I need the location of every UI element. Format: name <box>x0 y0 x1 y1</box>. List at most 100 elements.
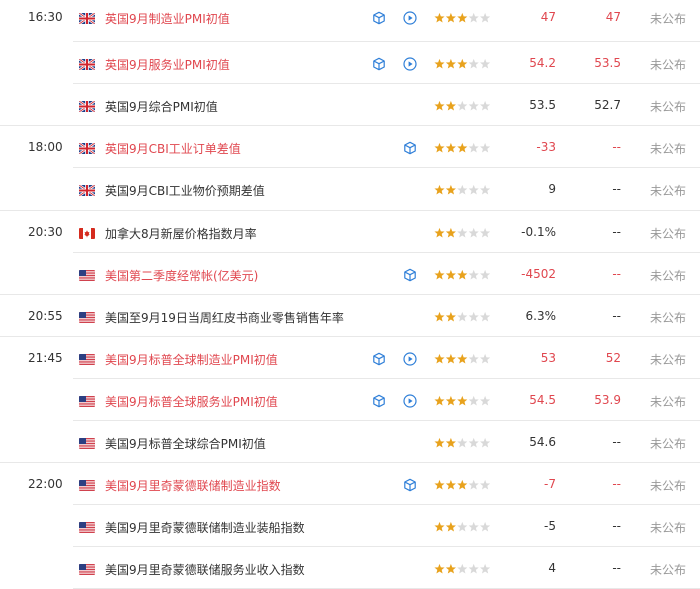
table-row[interactable]: 16:30 英国9月制造业PMI初值 47 47 未公布 <box>0 0 700 42</box>
event-title[interactable]: 英国9月服务业PMI初值 <box>105 56 375 73</box>
star-empty-icon <box>468 353 479 364</box>
previous-value: -33 <box>536 140 556 154</box>
us-flag-icon <box>79 438 95 449</box>
star-empty-icon <box>457 563 468 574</box>
data-cube-icon[interactable] <box>372 394 386 408</box>
star-empty-icon <box>468 100 479 111</box>
previous-value: 54.2 <box>529 56 556 70</box>
table-row[interactable]: 英国9月服务业PMI初值 54.2 53.5 未公布 <box>0 42 700 84</box>
event-title[interactable]: 英国9月综合PMI初值 <box>105 98 375 115</box>
uk-flag-icon <box>79 143 95 154</box>
table-row[interactable]: 英国9月CBI工业物价预期差值 9 -- 未公布 <box>0 168 700 211</box>
star-filled-icon <box>445 563 456 574</box>
table-row[interactable]: 美国9月里奇蒙德联储服务业收入指数 4 -- 未公布 <box>0 547 700 589</box>
actual-value: 未公布 <box>649 142 686 156</box>
star-filled-icon <box>445 311 456 322</box>
star-empty-icon <box>468 479 479 490</box>
importance-stars <box>434 353 494 365</box>
star-filled-icon <box>457 353 468 364</box>
data-cube-icon[interactable] <box>403 141 417 155</box>
star-filled-icon <box>434 142 445 153</box>
star-empty-icon <box>457 521 468 532</box>
previous-value: 54.5 <box>529 393 556 407</box>
data-cube-icon[interactable] <box>372 57 386 71</box>
star-filled-icon <box>434 437 445 448</box>
data-cube-icon[interactable] <box>372 11 386 25</box>
event-title[interactable]: 美国9月标普全球综合PMI初值 <box>105 435 375 452</box>
event-title[interactable]: 美国第二季度经常帐(亿美元) <box>105 267 375 284</box>
table-row[interactable]: 美国9月标普全球服务业PMI初值 54.5 53.9 未公布 <box>0 379 700 421</box>
star-filled-icon <box>457 58 468 69</box>
play-icon[interactable] <box>403 394 417 408</box>
data-cube-icon[interactable] <box>403 268 417 282</box>
previous-value: 53 <box>540 351 556 365</box>
event-title[interactable]: 美国至9月19日当周红皮书商业零售销售年率 <box>105 309 375 326</box>
data-cube-icon[interactable] <box>403 478 417 492</box>
event-title[interactable]: 美国9月标普全球服务业PMI初值 <box>105 393 375 410</box>
data-cube-icon[interactable] <box>372 352 386 366</box>
star-filled-icon <box>445 184 456 195</box>
star-empty-icon <box>457 100 468 111</box>
importance-stars <box>434 184 494 196</box>
actual-value: 未公布 <box>649 521 686 535</box>
forecast-value: 53.9 <box>594 393 621 407</box>
forecast-value: -- <box>612 140 621 154</box>
uk-flag-icon <box>79 59 95 70</box>
star-filled-icon <box>434 12 445 23</box>
actual-value: 未公布 <box>649 227 686 241</box>
star-filled-icon <box>434 227 445 238</box>
event-title[interactable]: 英国9月CBI工业订单差值 <box>105 140 375 157</box>
star-filled-icon <box>445 227 456 238</box>
actual-value: 未公布 <box>649 353 686 367</box>
us-flag-icon <box>79 396 95 407</box>
event-time: 20:55 <box>28 309 63 323</box>
play-icon[interactable] <box>403 352 417 366</box>
event-title[interactable]: 美国9月里奇蒙德联储服务业收入指数 <box>105 561 375 578</box>
importance-stars <box>434 563 494 575</box>
star-filled-icon <box>457 142 468 153</box>
actual-value: 未公布 <box>649 395 686 409</box>
previous-value: 4 <box>548 561 556 575</box>
previous-value: 9 <box>548 182 556 196</box>
previous-value: -0.1% <box>521 225 556 239</box>
play-icon[interactable] <box>403 11 417 25</box>
star-filled-icon <box>434 311 445 322</box>
star-filled-icon <box>434 58 445 69</box>
star-empty-icon <box>457 311 468 322</box>
table-row[interactable]: 美国9月标普全球综合PMI初值 54.6 -- 未公布 <box>0 421 700 463</box>
uk-flag-icon <box>79 185 95 196</box>
play-icon[interactable] <box>403 57 417 71</box>
forecast-value: 47 <box>605 10 621 24</box>
table-row[interactable]: 21:45 美国9月标普全球制造业PMI初值 53 52 未公布 <box>0 337 700 379</box>
table-row[interactable]: 20:55 美国至9月19日当周红皮书商业零售销售年率 6.3% -- 未公布 <box>0 295 700 337</box>
star-filled-icon <box>434 100 445 111</box>
star-empty-icon <box>468 142 479 153</box>
star-empty-icon <box>468 184 479 195</box>
importance-stars <box>434 521 494 533</box>
event-title[interactable]: 美国9月里奇蒙德联储制造业指数 <box>105 477 375 494</box>
event-title[interactable]: 美国9月标普全球制造业PMI初值 <box>105 351 375 368</box>
event-title[interactable]: 英国9月CBI工业物价预期差值 <box>105 182 375 199</box>
importance-stars <box>434 311 494 323</box>
star-empty-icon <box>468 58 479 69</box>
importance-stars <box>434 227 494 239</box>
table-row[interactable]: 美国第二季度经常帐(亿美元) -4502 -- 未公布 <box>0 253 700 295</box>
star-empty-icon <box>457 437 468 448</box>
importance-stars <box>434 395 494 407</box>
uk-flag-icon <box>79 13 95 24</box>
star-filled-icon <box>445 100 456 111</box>
star-empty-icon <box>457 227 468 238</box>
star-filled-icon <box>457 479 468 490</box>
star-filled-icon <box>434 184 445 195</box>
forecast-value: -- <box>612 519 621 533</box>
star-empty-icon <box>468 12 479 23</box>
event-title[interactable]: 加拿大8月新屋价格指数月率 <box>105 225 375 242</box>
table-row[interactable]: 20:30 加拿大8月新屋价格指数月率 -0.1% -- 未公布 <box>0 211 700 253</box>
event-title[interactable]: 美国9月里奇蒙德联储制造业装船指数 <box>105 519 375 536</box>
star-filled-icon <box>445 353 456 364</box>
table-row[interactable]: 美国9月里奇蒙德联储制造业装船指数 -5 -- 未公布 <box>0 505 700 547</box>
table-row[interactable]: 18:00 英国9月CBI工业订单差值 -33 -- 未公布 <box>0 126 700 168</box>
table-row[interactable]: 英国9月综合PMI初值 53.5 52.7 未公布 <box>0 84 700 126</box>
table-row[interactable]: 22:00 美国9月里奇蒙德联储制造业指数 -7 -- 未公布 <box>0 463 700 505</box>
event-title[interactable]: 英国9月制造业PMI初值 <box>105 10 375 27</box>
